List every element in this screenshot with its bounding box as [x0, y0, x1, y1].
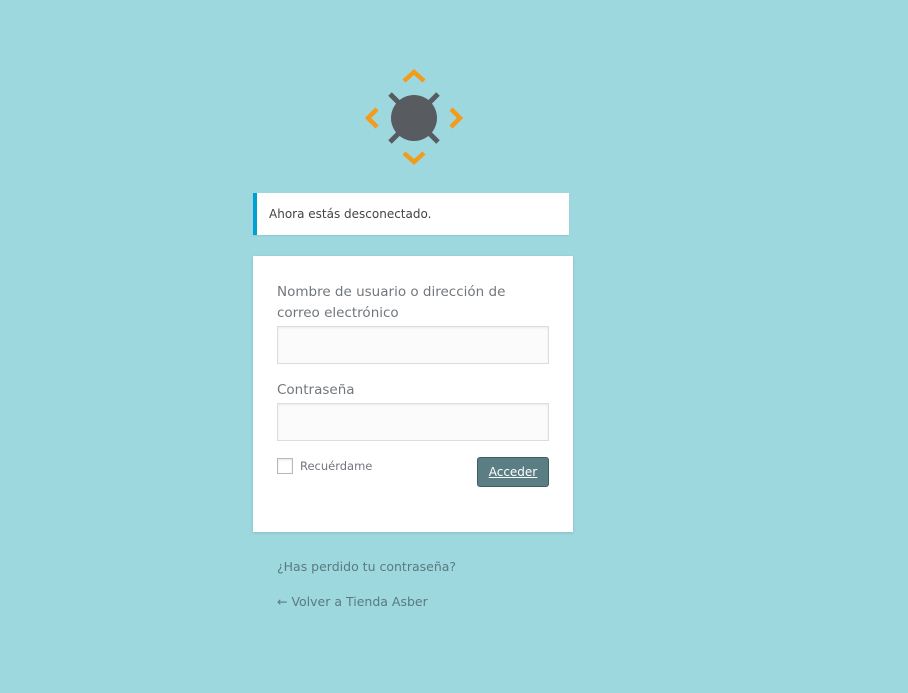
back-to-site-link[interactable]: ← Volver a Tienda Asber	[277, 594, 428, 609]
username-label: Nombre de usuario o dirección de correo …	[277, 284, 506, 321]
password-label: Contraseña	[277, 382, 355, 398]
chevron-down-icon	[402, 151, 426, 166]
remember-me-label: Recuérdame	[300, 459, 373, 473]
chevron-up-icon	[402, 68, 426, 83]
password-input[interactable]	[277, 403, 549, 441]
remember-me-toggle[interactable]: Recuérdame	[277, 458, 372, 474]
chevron-right-icon	[449, 107, 464, 129]
logout-notice: Ahora estás desconectado.	[253, 193, 569, 235]
remember-me-checkbox[interactable]	[277, 458, 293, 474]
notice-message: Ahora estás desconectado.	[269, 207, 432, 221]
login-submit-button[interactable]: Acceder	[477, 457, 549, 487]
login-form: Nombre de usuario o dirección de correo …	[253, 256, 573, 532]
username-input[interactable]	[277, 326, 549, 364]
chevron-left-icon	[364, 107, 379, 129]
site-logo-icon	[364, 68, 464, 166]
lost-password-link[interactable]: ¿Has perdido tu contraseña?	[277, 559, 456, 574]
